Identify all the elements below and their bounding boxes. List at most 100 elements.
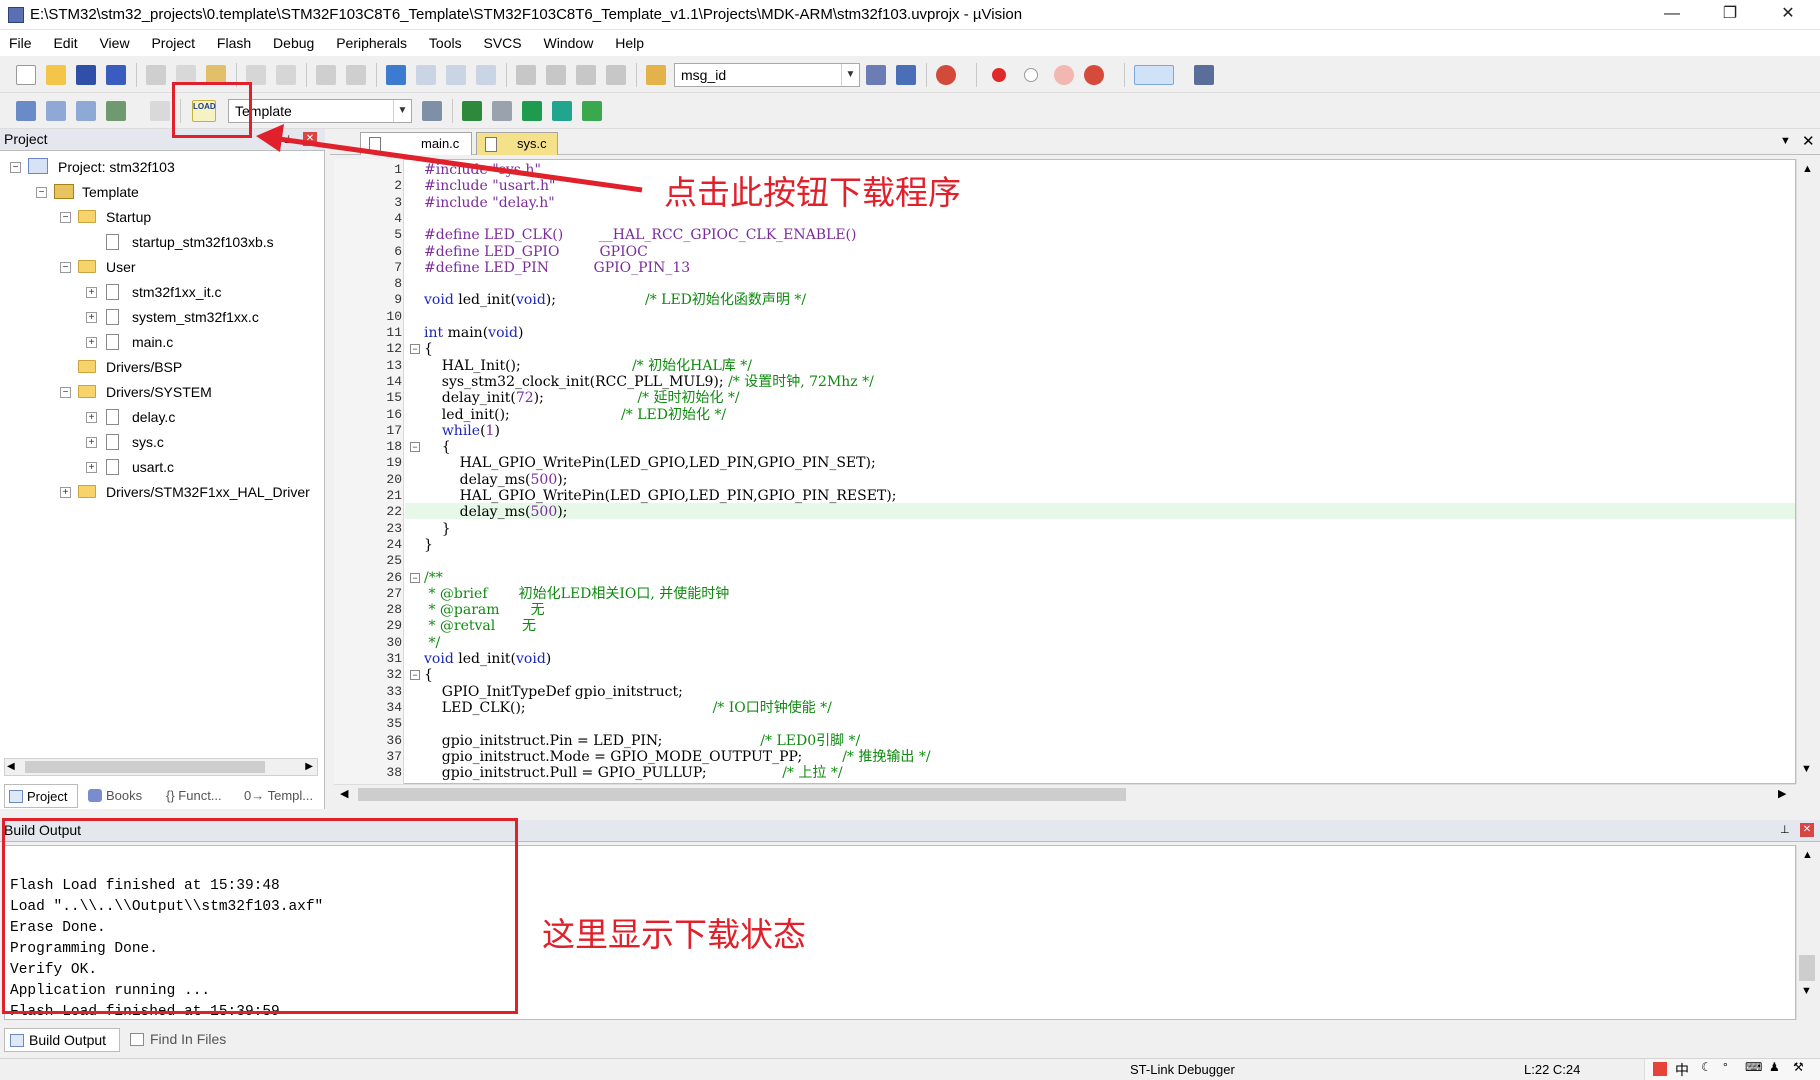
ime-app-icon[interactable]	[1653, 1062, 1667, 1076]
collapse-toggle[interactable]: −	[60, 387, 71, 398]
bookmark-icon[interactable]	[386, 65, 406, 85]
source-browser-icon[interactable]	[896, 65, 916, 85]
file-extensions-icon[interactable]	[492, 101, 512, 121]
pack-installer-icon[interactable]	[582, 101, 602, 121]
chevron-down-icon[interactable]: ▼	[393, 100, 411, 122]
pin-icon[interactable]: ⊥	[1780, 823, 1790, 836]
close-tab-icon[interactable]: ✕	[1802, 132, 1815, 150]
minimize-button[interactable]: —	[1644, 0, 1700, 30]
project-hscrollbar[interactable]: ◀ ▶	[4, 758, 318, 776]
expand-toggle[interactable]: +	[60, 487, 71, 498]
menu-flash[interactable]: Flash	[208, 30, 260, 56]
select-packs-icon[interactable]	[552, 101, 572, 121]
collapse-toggle[interactable]: −	[60, 212, 71, 223]
manage-run-time-icon[interactable]	[522, 101, 542, 121]
collapse-toggle[interactable]: −	[60, 262, 71, 273]
expand-toggle[interactable]: +	[86, 412, 97, 423]
manage-project-items-icon[interactable]	[462, 101, 482, 121]
kill-breakpoints-icon[interactable]	[1084, 65, 1104, 85]
scroll-thumb[interactable]	[1799, 955, 1815, 981]
enable-breakpoint-icon[interactable]	[1024, 68, 1038, 82]
tab-templates[interactable]: 0→ Templ...	[242, 784, 322, 808]
scroll-left-icon[interactable]: ◀	[340, 787, 348, 800]
batch-build-icon[interactable]	[106, 101, 126, 121]
unindent-icon[interactable]	[546, 65, 566, 85]
stop-build-icon[interactable]	[150, 101, 170, 121]
close-panel-icon[interactable]: ✕	[1800, 823, 1814, 837]
restore-button[interactable]: ❐	[1702, 0, 1758, 30]
incremental-find-icon[interactable]	[866, 65, 886, 85]
menu-debug[interactable]: Debug	[264, 30, 323, 56]
expand-toggle[interactable]: +	[86, 312, 97, 323]
tab-build-output[interactable]: Build Output	[4, 1028, 120, 1052]
scroll-up-icon[interactable]: ▲	[1802, 163, 1813, 175]
comment-icon[interactable]	[576, 65, 596, 85]
wrench-icon[interactable]: ⚒	[1793, 1060, 1804, 1074]
clear-bookmarks-icon[interactable]	[476, 65, 496, 85]
fold-toggle-icon[interactable]: −	[410, 442, 420, 452]
menu-help[interactable]: Help	[606, 30, 653, 56]
user-icon[interactable]: ♟	[1769, 1060, 1780, 1074]
scroll-down-icon[interactable]: ▼	[1801, 985, 1812, 997]
expand-toggle[interactable]: +	[86, 462, 97, 473]
fold-toggle-icon[interactable]: −	[410, 670, 420, 680]
configure-icon[interactable]	[1194, 65, 1214, 85]
menu-edit[interactable]: Edit	[44, 30, 86, 56]
save-all-icon[interactable]	[106, 65, 126, 85]
scroll-right-icon[interactable]: ▶	[305, 761, 313, 772]
open-file-icon[interactable]	[46, 65, 66, 85]
build-icon[interactable]	[46, 101, 66, 121]
ime-moon-icon[interactable]: ☾	[1701, 1060, 1712, 1074]
tab-functions[interactable]: {} Funct...	[160, 784, 240, 808]
menu-project[interactable]: Project	[142, 30, 204, 56]
scroll-thumb[interactable]	[358, 788, 1126, 801]
translate-icon[interactable]	[16, 101, 36, 121]
scroll-down-icon[interactable]: ▼	[1801, 763, 1812, 775]
disable-breakpoints-icon[interactable]	[1054, 65, 1074, 85]
editor-hscrollbar[interactable]: ◀ ▶	[334, 784, 1796, 804]
target-options-icon[interactable]	[422, 101, 442, 121]
menu-svcs[interactable]: SVCS	[475, 30, 531, 56]
scroll-thumb[interactable]	[25, 761, 265, 773]
output-vscrollbar[interactable]: ▲ ▼	[1796, 845, 1818, 1020]
chevron-down-icon[interactable]: ▼	[841, 64, 859, 86]
menu-file[interactable]: File	[0, 30, 41, 56]
fold-toggle-icon[interactable]: −	[410, 344, 420, 354]
cut-icon[interactable]	[146, 65, 166, 85]
keyboard-icon[interactable]: ⌨	[1745, 1060, 1762, 1074]
redo-icon[interactable]	[276, 65, 296, 85]
window-layout-icon[interactable]	[1134, 65, 1174, 85]
next-bookmark-icon[interactable]	[446, 65, 466, 85]
close-window-button[interactable]: ✕	[1760, 0, 1816, 30]
tab-project[interactable]: Project	[4, 784, 78, 808]
menu-peripherals[interactable]: Peripherals	[327, 30, 416, 56]
editor-vscrollbar[interactable]: ▲ ▼	[1796, 159, 1818, 784]
find-combo[interactable]: msg_id ▼	[674, 63, 860, 87]
navigate-back-icon[interactable]	[316, 65, 336, 85]
ime-punct-icon[interactable]: °	[1723, 1060, 1728, 1074]
prev-bookmark-icon[interactable]	[416, 65, 436, 85]
indent-icon[interactable]	[516, 65, 536, 85]
rebuild-icon[interactable]	[76, 101, 96, 121]
expand-toggle[interactable]: +	[86, 287, 97, 298]
tab-find-in-files[interactable]: Find In Files	[126, 1028, 238, 1052]
insert-breakpoint-icon[interactable]	[992, 68, 1006, 82]
tab-list-dropdown-icon[interactable]: ▼	[1780, 135, 1791, 147]
menu-tools[interactable]: Tools	[420, 30, 471, 56]
find-in-files-icon[interactable]	[646, 65, 666, 85]
scroll-right-icon[interactable]: ▶	[1778, 787, 1786, 800]
tab-books[interactable]: Books	[84, 784, 154, 808]
expand-toggle[interactable]: +	[86, 337, 97, 348]
new-file-icon[interactable]	[16, 65, 36, 85]
start-debug-icon[interactable]	[936, 65, 956, 85]
scroll-up-icon[interactable]: ▲	[1802, 849, 1813, 861]
navigate-forward-icon[interactable]	[346, 65, 366, 85]
collapse-toggle[interactable]: −	[10, 162, 21, 173]
uncomment-icon[interactable]	[606, 65, 626, 85]
expand-toggle[interactable]: +	[86, 437, 97, 448]
ime-language[interactable]: 中	[1675, 1060, 1689, 1080]
save-icon[interactable]	[76, 65, 96, 85]
menu-window[interactable]: Window	[535, 30, 603, 56]
collapse-toggle[interactable]: −	[36, 187, 47, 198]
fold-toggle-icon[interactable]: −	[410, 573, 420, 583]
